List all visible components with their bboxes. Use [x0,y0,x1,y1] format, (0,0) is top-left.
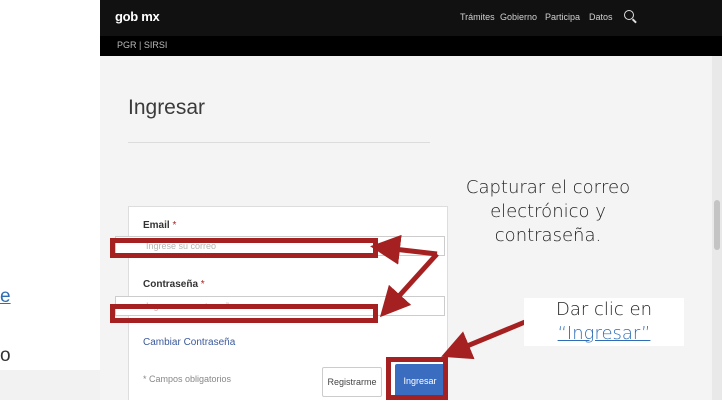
callout-click: Dar clic en “Ingresar” [524,298,684,346]
callout-click-link[interactable]: “Ingresar” [524,322,684,346]
callout-click-prefix: Dar clic en [555,299,652,320]
submit-arrow [441,319,526,360]
email-arrow [370,234,438,265]
password-arrow [379,252,439,318]
callout-capture-line3: contraseña. [494,225,602,246]
callout-capture-line1: Capturar el correo [465,177,631,198]
callout-capture: Capturar el correo electrónico y contras… [428,176,668,248]
callout-capture-line2: electrónico y [490,201,606,222]
